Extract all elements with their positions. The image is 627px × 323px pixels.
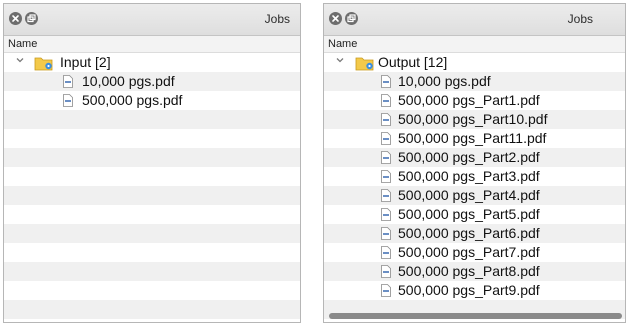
file-label: 500,000 pgs_Part9.pdf [398,282,540,298]
file-row[interactable]: 10,000 pgs.pdf [324,72,625,91]
chevron-down-icon[interactable] [335,55,345,65]
file-label: 10,000 pgs.pdf [82,73,175,89]
file-row[interactable]: 500,000 pgs_Part10.pdf [324,110,625,129]
file-label: 500,000 pgs_Part6.pdf [398,225,540,241]
pdf-file-icon [381,94,391,107]
restore-icon[interactable] [345,12,358,25]
file-row[interactable]: 500,000 pgs_Part7.pdf [324,243,625,262]
file-label: 500,000 pgs_Part8.pdf [398,263,540,279]
input-jobs-panel: Jobs Name Input [2] 10,000 pgs.pdf 500,0… [3,3,301,323]
pdf-file-icon [381,189,391,202]
close-icon[interactable] [9,12,22,25]
title-bar: Jobs [324,4,625,36]
pdf-file-icon [381,265,391,278]
folder-row[interactable]: Output [12] [324,53,625,72]
pdf-file-icon [381,246,391,259]
pdf-file-icon [381,113,391,126]
horizontal-scrollbar[interactable] [329,313,622,319]
close-icon[interactable] [329,12,342,25]
file-label: 500,000 pgs_Part3.pdf [398,168,540,184]
pdf-file-icon [63,75,73,88]
file-row[interactable]: 500,000 pgs.pdf [4,91,300,110]
pdf-file-icon [381,132,391,145]
file-label: 500,000 pgs_Part5.pdf [398,206,540,222]
pdf-file-icon [381,227,391,240]
file-row[interactable]: 500,000 pgs_Part8.pdf [324,262,625,281]
file-label: 500,000 pgs_Part10.pdf [398,111,548,127]
file-label: 500,000 pgs_Part2.pdf [398,149,540,165]
folder-label: Input [2] [60,54,111,70]
file-label: 500,000 pgs_Part4.pdf [398,187,540,203]
pdf-file-icon [381,208,391,221]
restore-icon[interactable] [25,12,38,25]
file-row[interactable]: 500,000 pgs_Part4.pdf [324,186,625,205]
pdf-file-icon [381,151,391,164]
file-label: 10,000 pgs.pdf [398,73,491,89]
file-label: 500,000 pgs.pdf [82,92,183,108]
output-jobs-panel: Jobs Name Output [12] 10,000 pgs.pdf 500,… [323,3,626,323]
panel-title: Jobs [567,12,593,26]
file-row[interactable]: 500,000 pgs_Part3.pdf [324,167,625,186]
pdf-file-icon [381,170,391,183]
pdf-file-icon [381,284,391,297]
folder-gear-icon [34,57,53,71]
panel-title: Jobs [264,12,290,26]
file-label: 500,000 pgs_Part1.pdf [398,92,540,108]
column-header-name[interactable]: Name [4,36,300,53]
file-row[interactable]: 500,000 pgs_Part11.pdf [324,129,625,148]
file-tree: Input [2] 10,000 pgs.pdf 500,000 pgs.pdf [4,53,300,322]
pdf-file-icon [63,94,73,107]
file-row[interactable]: 500,000 pgs_Part2.pdf [324,148,625,167]
folder-label: Output [12] [378,54,448,70]
title-bar: Jobs [4,4,300,36]
file-label: 500,000 pgs_Part11.pdf [398,130,547,146]
file-row[interactable]: 500,000 pgs_Part1.pdf [324,91,625,110]
file-row[interactable]: 10,000 pgs.pdf [4,72,300,91]
file-label: 500,000 pgs_Part7.pdf [398,244,540,260]
column-header-name[interactable]: Name [324,36,625,53]
file-row[interactable]: 500,000 pgs_Part9.pdf [324,281,625,300]
folder-gear-icon [355,57,374,71]
chevron-down-icon[interactable] [15,55,25,65]
file-tree: Output [12] 10,000 pgs.pdf 500,000 pgs_Pa… [324,53,625,322]
file-row[interactable]: 500,000 pgs_Part5.pdf [324,205,625,224]
folder-row[interactable]: Input [2] [4,53,300,72]
file-row[interactable]: 500,000 pgs_Part6.pdf [324,224,625,243]
pdf-file-icon [381,75,391,88]
